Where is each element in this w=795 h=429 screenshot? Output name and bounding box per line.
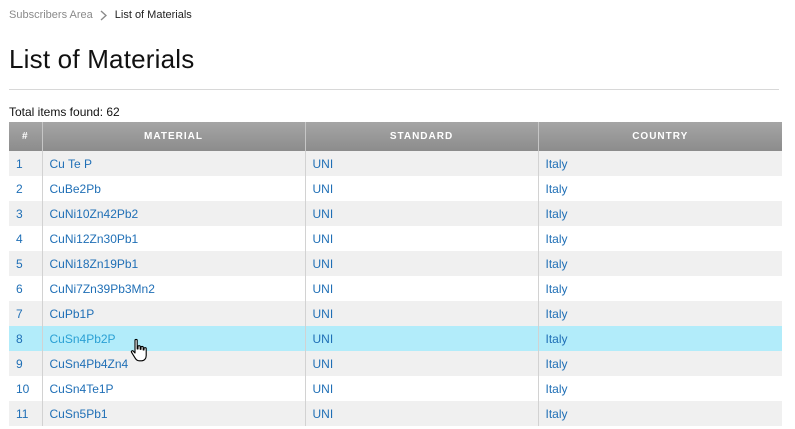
standard-link[interactable]: UNI xyxy=(305,201,539,226)
standard-link[interactable]: UNI xyxy=(305,176,539,201)
table-row[interactable]: 2 CuBe2Pb UNI Italy xyxy=(9,176,782,201)
standard-link[interactable]: UNI xyxy=(305,326,539,351)
row-index[interactable]: 10 xyxy=(9,376,43,401)
column-header-standard[interactable]: STANDARD xyxy=(305,122,539,151)
material-link[interactable]: CuNi18Zn19Pb1 xyxy=(42,251,306,276)
standard-link[interactable]: UNI xyxy=(305,401,539,426)
title-divider xyxy=(9,89,779,90)
material-link[interactable]: CuNi12Zn30Pb1 xyxy=(42,226,306,251)
table-row[interactable]: 3 CuNi10Zn42Pb2 UNI Italy xyxy=(9,201,782,226)
row-index[interactable]: 8 xyxy=(9,326,43,351)
material-link[interactable]: CuSn4Te1P xyxy=(42,376,306,401)
standard-link[interactable]: UNI xyxy=(305,151,539,176)
row-index[interactable]: 7 xyxy=(9,301,43,326)
country-link[interactable]: Italy xyxy=(538,351,782,376)
breadcrumb-link-subscribers-area[interactable]: Subscribers Area xyxy=(9,9,93,21)
table-row[interactable]: 5 CuNi18Zn19Pb1 UNI Italy xyxy=(9,251,782,276)
row-index[interactable]: 3 xyxy=(9,201,43,226)
table-row[interactable]: 4 CuNi12Zn30Pb1 UNI Italy xyxy=(9,226,782,251)
material-link[interactable]: CuNi7Zn39Pb3Mn2 xyxy=(42,276,306,301)
material-link[interactable]: CuBe2Pb xyxy=(42,176,306,201)
table-row[interactable]: 10 CuSn4Te1P UNI Italy xyxy=(9,376,782,401)
table-row[interactable]: 9 CuSn4Pb4Zn4 UNI Italy xyxy=(9,351,782,376)
country-link[interactable]: Italy xyxy=(538,151,782,176)
material-link[interactable]: CuNi10Zn42Pb2 xyxy=(42,201,306,226)
column-header-index: # xyxy=(9,122,43,151)
row-index[interactable]: 11 xyxy=(9,401,43,426)
materials-table: # MATERIAL STANDARD COUNTRY 1 Cu Te P UNI I… xyxy=(9,122,782,426)
standard-link[interactable]: UNI xyxy=(305,301,539,326)
country-link[interactable]: Italy xyxy=(538,251,782,276)
row-index[interactable]: 9 xyxy=(9,351,43,376)
country-link[interactable]: Italy xyxy=(538,276,782,301)
row-index[interactable]: 2 xyxy=(9,176,43,201)
material-link[interactable]: Cu Te P xyxy=(42,151,306,176)
material-link[interactable]: CuSn4Pb2P xyxy=(42,326,306,351)
row-index[interactable]: 5 xyxy=(9,251,43,276)
standard-link[interactable]: UNI xyxy=(305,351,539,376)
page-title: List of Materials xyxy=(9,44,195,74)
table-row[interactable]: 7 CuPb1P UNI Italy xyxy=(9,301,782,326)
standard-link[interactable]: UNI xyxy=(305,226,539,251)
standard-link[interactable]: UNI xyxy=(305,276,539,301)
country-link[interactable]: Italy xyxy=(538,176,782,201)
row-index[interactable]: 1 xyxy=(9,151,43,176)
country-link[interactable]: Italy xyxy=(538,401,782,426)
table-row[interactable]: 11 CuSn5Pb1 UNI Italy xyxy=(9,401,782,426)
table-row[interactable]: 6 CuNi7Zn39Pb3Mn2 UNI Italy xyxy=(9,276,782,301)
column-header-material[interactable]: MATERIAL xyxy=(42,122,306,151)
chevron-right-icon xyxy=(100,9,107,21)
row-index[interactable]: 4 xyxy=(9,226,43,251)
table-row[interactable]: 8 CuSn4Pb2P UNI Italy xyxy=(9,326,782,351)
breadcrumb-current: List of Materials xyxy=(114,9,192,21)
row-index[interactable]: 6 xyxy=(9,276,43,301)
standard-link[interactable]: UNI xyxy=(305,376,539,401)
table-header-row: # MATERIAL STANDARD COUNTRY xyxy=(9,122,782,151)
country-link[interactable]: Italy xyxy=(538,376,782,401)
total-items-count: Total items found: 62 xyxy=(9,105,120,119)
column-header-country[interactable]: COUNTRY xyxy=(538,122,782,151)
country-link[interactable]: Italy xyxy=(538,326,782,351)
country-link[interactable]: Italy xyxy=(538,226,782,251)
material-link[interactable]: CuSn5Pb1 xyxy=(42,401,306,426)
hand-pointer-cursor-icon xyxy=(130,338,147,362)
material-link[interactable]: CuPb1P xyxy=(42,301,306,326)
material-link[interactable]: CuSn4Pb4Zn4 xyxy=(42,351,306,376)
country-link[interactable]: Italy xyxy=(538,301,782,326)
table-row[interactable]: 1 Cu Te P UNI Italy xyxy=(9,151,782,176)
country-link[interactable]: Italy xyxy=(538,201,782,226)
standard-link[interactable]: UNI xyxy=(305,251,539,276)
breadcrumb: Subscribers Area List of Materials xyxy=(9,9,192,21)
